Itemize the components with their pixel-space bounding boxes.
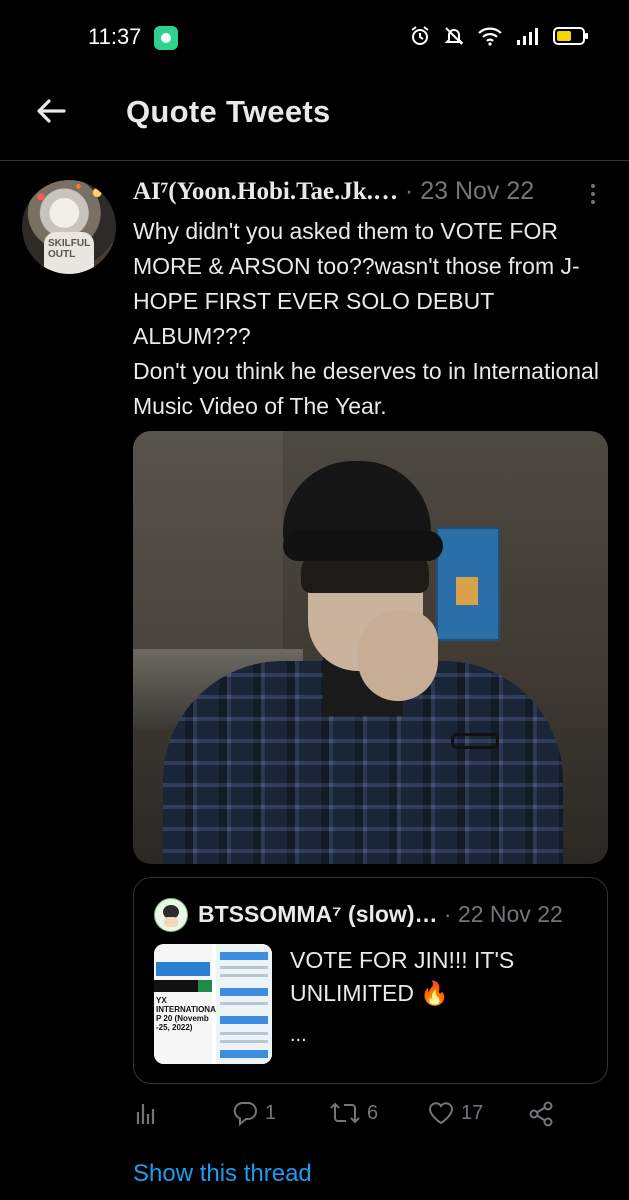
- alarm-icon: [411, 26, 429, 45]
- retweet-icon: [330, 1102, 360, 1124]
- tweet-photo[interactable]: [133, 431, 608, 864]
- meta-separator: ·: [404, 177, 414, 205]
- share-button[interactable]: [527, 1100, 555, 1128]
- quoted-media-thumbnail: YX INTERNATIONAL P 20 (Novemb -25, 2022): [154, 944, 272, 1064]
- like-count: 17: [461, 1101, 484, 1124]
- signal-icon: [517, 28, 538, 45]
- quoted-ellipsis: ...: [290, 1024, 307, 1046]
- status-icons: [409, 25, 589, 47]
- top-app-bar: Quote Tweets: [0, 70, 629, 161]
- quoted-date: 22 Nov 22: [457, 901, 563, 927]
- quoted-tweet[interactable]: BTSSOMMA⁷ (slow)… · 22 Nov 22 YX INTERNA…: [133, 877, 608, 1084]
- tweet-text-line: Don't you think he deserves to in Intern…: [133, 358, 599, 419]
- quoted-avatar: [154, 898, 188, 932]
- thumbnail-text: YX INTERNATIONAL P 20 (Novemb -25, 2022): [156, 996, 221, 1032]
- battery-icon: [553, 27, 588, 45]
- tweet-date[interactable]: 23 Nov 22: [420, 177, 534, 205]
- reply-count: 1: [265, 1101, 277, 1124]
- wifi-icon: [478, 27, 502, 46]
- tweet-header: AI⁷(Yoon.Hobi.Tae.Jk.… · 23 Nov 22: [133, 177, 603, 213]
- retweet-button[interactable]: 6: [329, 1100, 378, 1126]
- show-thread-link[interactable]: Show this thread: [133, 1160, 312, 1188]
- tweet-actions: 1 6 17: [133, 1100, 603, 1140]
- status-time: 11:37: [88, 24, 142, 49]
- heart-icon: [428, 1102, 454, 1125]
- avatar-shirt-text: SKILFUL OUTL: [48, 238, 91, 260]
- author-name[interactable]: AI⁷(Yoon.Hobi.Tae.Jk.…: [133, 178, 398, 205]
- quoted-text-line: UNLIMITED 🔥: [290, 980, 449, 1006]
- quoted-text: VOTE FOR JIN!!! IT'S UNLIMITED 🔥: [290, 944, 514, 1010]
- app-notification-icon: [154, 26, 178, 50]
- quoted-text-line: VOTE FOR JIN!!! IT'S: [290, 947, 515, 973]
- retweet-count: 6: [367, 1101, 379, 1124]
- avatar[interactable]: SKILFUL OUTL: [22, 180, 116, 274]
- status-bar: 11:37: [0, 0, 629, 70]
- like-button[interactable]: 17: [427, 1100, 483, 1126]
- share-icon: [529, 1101, 553, 1127]
- tweet-text: Why didn't you asked them to VOTE FOR MO…: [133, 214, 613, 424]
- more-options-icon[interactable]: [585, 180, 601, 212]
- quoted-header: BTSSOMMA⁷ (slow)… · 22 Nov 22: [198, 901, 563, 928]
- reply-icon: [233, 1102, 257, 1126]
- reply-button[interactable]: 1: [231, 1100, 276, 1126]
- quoted-separator: ·: [443, 901, 452, 927]
- quoted-author-name: BTSSOMMA⁷ (slow)…: [198, 901, 438, 927]
- mute-icon: [444, 27, 464, 45]
- tweet-text-line: Why didn't you asked them to VOTE FOR MO…: [133, 218, 580, 349]
- analytics-button[interactable]: [133, 1100, 159, 1126]
- arrow-left-icon[interactable]: [34, 94, 68, 128]
- analytics-icon: [136, 1104, 155, 1124]
- page-title: Quote Tweets: [126, 94, 331, 129]
